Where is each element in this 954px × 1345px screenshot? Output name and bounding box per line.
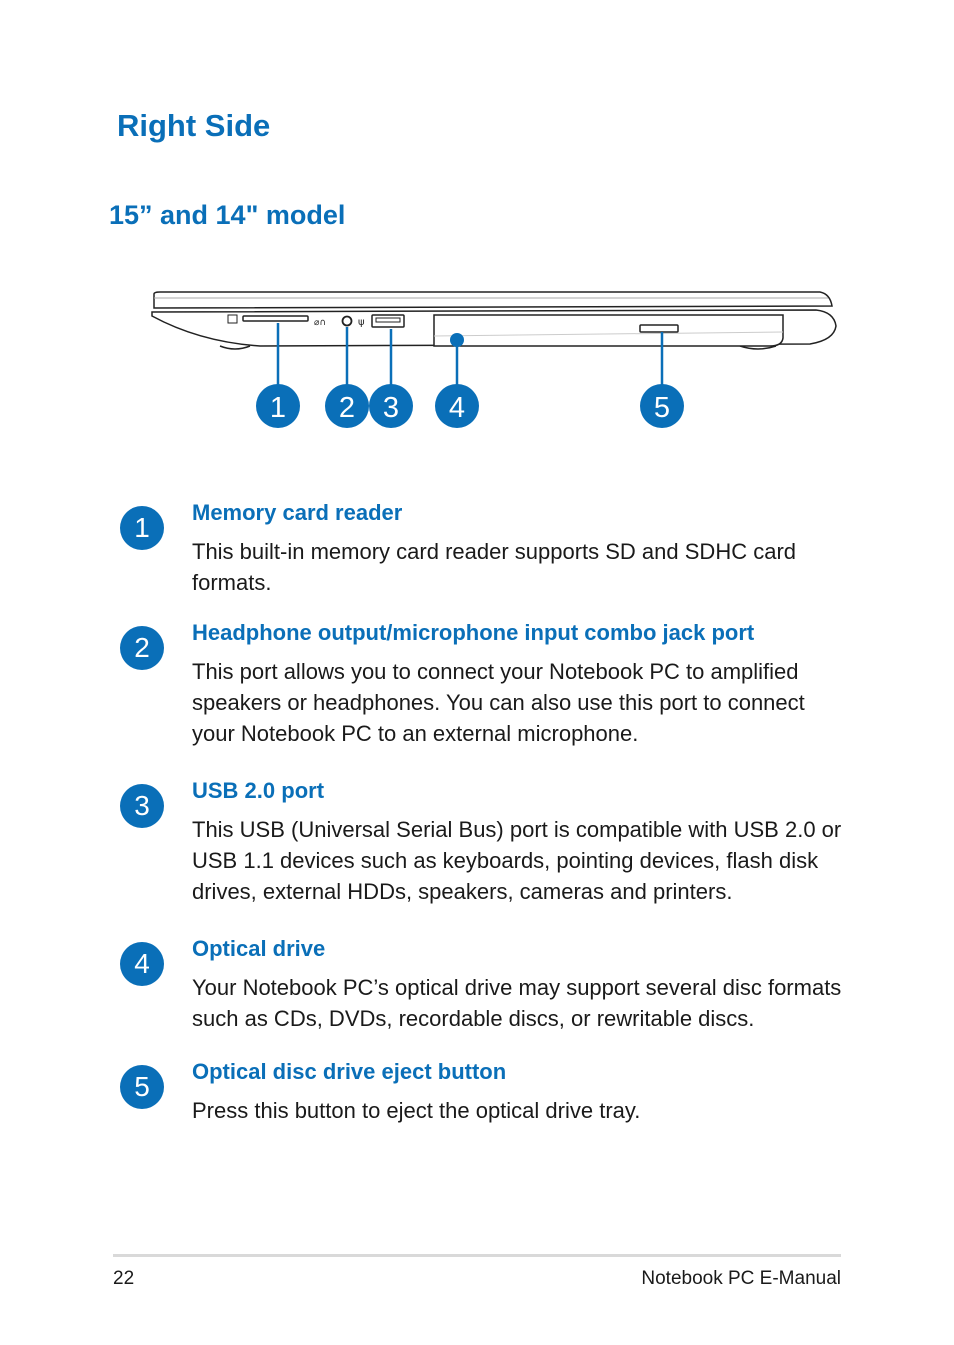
svg-text:5: 5 bbox=[654, 392, 670, 424]
page-heading: Right Side bbox=[117, 108, 271, 143]
eject-button bbox=[639, 324, 679, 333]
item-description: This USB (Universal Serial Bus) port is … bbox=[192, 817, 842, 904]
manual-title: Notebook PC E-Manual bbox=[641, 1268, 841, 1289]
item-number-badge: 4 bbox=[120, 942, 164, 986]
callout-3: 3 bbox=[369, 384, 413, 428]
item-title: Optical disc drive eject button bbox=[192, 1059, 507, 1084]
audio-jack bbox=[341, 315, 353, 327]
memory-card-slot bbox=[242, 315, 309, 322]
svg-text:ψ: ψ bbox=[358, 317, 365, 328]
usb-icon: ψ bbox=[358, 317, 365, 328]
item-description: Press this button to eject the optical d… bbox=[192, 1098, 641, 1123]
item-title: Memory card reader bbox=[192, 500, 403, 525]
footer-divider bbox=[113, 1254, 841, 1257]
callout-2: 2 bbox=[325, 384, 369, 428]
laptop-lid bbox=[153, 291, 833, 309]
item-title: Headphone output/microphone input combo … bbox=[192, 620, 755, 645]
headphone-mic-icon: ⌀∩ bbox=[314, 318, 326, 328]
callout-5: 5 bbox=[640, 384, 684, 428]
item-description: Your Notebook PC’s optical drive may sup… bbox=[192, 975, 842, 1031]
svg-text:3: 3 bbox=[383, 392, 399, 424]
item-title: Optical drive bbox=[192, 936, 326, 961]
item-number-badge: 2 bbox=[120, 626, 164, 670]
svg-text:⌀∩: ⌀∩ bbox=[314, 318, 326, 328]
svg-text:2: 2 bbox=[339, 392, 355, 424]
model-subheading: 15” and 14" model bbox=[109, 200, 346, 230]
page-number: 22 bbox=[113, 1268, 135, 1289]
item-description: This built-in memory card reader support… bbox=[192, 539, 797, 595]
item-number-badge: 5 bbox=[120, 1065, 164, 1109]
callout-1: 1 bbox=[256, 384, 300, 428]
callout-4: 4 bbox=[435, 384, 479, 428]
item-description: This port allows you to connect your Not… bbox=[192, 659, 805, 746]
usb-port bbox=[371, 314, 405, 328]
optical-drive-tray bbox=[433, 314, 784, 347]
item-number-badge: 3 bbox=[120, 784, 164, 828]
item-number-badge: 1 bbox=[120, 506, 164, 550]
laptop-right-side-diagram: ⌀∩ ψ 1 2 3 4 5 bbox=[151, 291, 837, 428]
item-title: USB 2.0 port bbox=[192, 778, 325, 803]
svg-text:1: 1 bbox=[270, 392, 286, 424]
svg-text:4: 4 bbox=[449, 392, 465, 424]
